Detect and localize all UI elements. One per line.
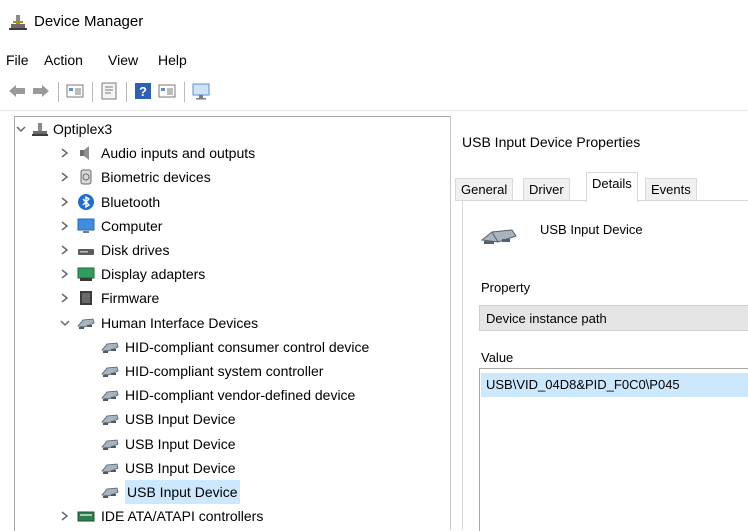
firmware-icon [77, 289, 95, 307]
menu-view[interactable]: View [108, 52, 138, 68]
tree-category[interactable]: Human Interface Devices [15, 311, 451, 335]
property-label: Property [481, 280, 531, 295]
chevron-down-icon[interactable] [59, 311, 71, 335]
tree-category[interactable]: Disk drives [15, 238, 451, 262]
tree-device[interactable]: USB Input Device [15, 432, 451, 456]
monitor-icon [77, 217, 95, 235]
hid-icon [101, 410, 119, 428]
value-label: Value [481, 350, 514, 365]
menu-bar: File Action View Help [0, 44, 748, 72]
value-text[interactable]: USB\VID_04D8&PID_F0C0\P045 [486, 377, 680, 392]
tree-item-label: HID-compliant vendor-defined device [125, 387, 356, 404]
speaker-icon [77, 144, 95, 162]
toolbar-separator [184, 82, 185, 102]
chevron-right-icon[interactable] [59, 190, 71, 214]
hid-icon [101, 483, 119, 501]
tree-item-label: USB Input Device [125, 459, 236, 476]
tree-item-label: USB Input Device [125, 435, 236, 452]
tree-category[interactable]: Computer [15, 214, 451, 238]
toolbar: ? [0, 76, 748, 111]
help-icon[interactable]: ? [132, 80, 154, 102]
tab-details[interactable]: Details [586, 172, 638, 202]
chevron-right-icon[interactable] [59, 286, 71, 310]
computer-icon [31, 120, 49, 138]
tree-item-label: Biometric devices [101, 169, 211, 186]
tree-item-label: USB Input Device [125, 480, 240, 504]
fingerprint-icon [77, 168, 95, 186]
tree-item-label: Computer [101, 217, 163, 234]
forward-icon[interactable] [30, 80, 52, 102]
tree-item-label: Firmware [101, 290, 160, 307]
tree-device[interactable]: USB Input Device [15, 480, 451, 504]
hid-icon [101, 386, 119, 404]
tab-events[interactable]: Events [645, 178, 697, 201]
hid-icon [101, 459, 119, 477]
tree-category[interactable]: Firmware [15, 286, 451, 310]
tree-root[interactable]: Optiplex3 [15, 117, 451, 141]
dialog-title: USB Input Device Properties [462, 134, 641, 150]
tree-item-label: USB Input Device [125, 411, 236, 428]
menu-file[interactable]: File [6, 52, 29, 68]
hid-icon [101, 435, 119, 453]
properties-icon[interactable] [98, 80, 120, 102]
display-adapter-icon [77, 265, 95, 283]
tree-item-label: Disk drives [101, 242, 170, 258]
update-driver-icon[interactable] [156, 80, 178, 102]
disk-drive-icon [77, 241, 95, 259]
title-bar: Device Manager [0, 0, 748, 44]
toolbar-separator [58, 82, 59, 102]
tree-category[interactable]: IDE ATA/ATAPI controllers [15, 504, 451, 528]
chevron-right-icon[interactable] [59, 165, 71, 189]
svg-text:?: ? [139, 84, 147, 99]
tree-device[interactable]: HID-compliant consumer control device [15, 335, 451, 359]
device-name: USB Input Device [540, 222, 643, 237]
tree-device[interactable]: HID-compliant vendor-defined device [15, 383, 451, 407]
menu-help[interactable]: Help [158, 52, 187, 68]
tree-item-label: Human Interface Devices [101, 314, 259, 331]
tree-device[interactable]: USB Input Device [15, 407, 451, 431]
tree-device[interactable]: HID-compliant system controller [15, 359, 451, 383]
chevron-right-icon[interactable] [59, 141, 71, 165]
hid-icon [101, 338, 119, 356]
tree-category[interactable]: Audio inputs and outputs [15, 141, 451, 165]
chevron-right-icon[interactable] [59, 238, 71, 262]
tab-general[interactable]: General [455, 178, 514, 201]
tree-item-label: HID-compliant system controller [125, 363, 324, 379]
device-manager-icon [9, 15, 27, 30]
window-title: Device Manager [34, 13, 144, 30]
back-icon[interactable] [6, 80, 28, 102]
tree-item-label: Bluetooth [101, 193, 161, 210]
tree-item-label: Optiplex3 [53, 121, 113, 137]
tab-driver[interactable]: Driver [523, 178, 570, 201]
hid-icon [77, 314, 95, 332]
chevron-right-icon[interactable] [59, 262, 71, 286]
device-tree[interactable]: Optiplex3 Audio inputs and outputs Biometr… [14, 116, 451, 531]
tree-category[interactable]: Biometric devices [15, 165, 451, 189]
tree-category[interactable]: Bluetooth [15, 190, 451, 214]
chevron-right-icon[interactable] [59, 504, 71, 528]
tree-item-label: IDE ATA/ATAPI controllers [101, 508, 264, 525]
scan-hardware-icon[interactable] [190, 80, 212, 102]
usb-device-icon [480, 229, 517, 244]
chevron-right-icon[interactable] [59, 214, 71, 238]
toolbar-separator [126, 82, 127, 102]
tree-item-label: HID-compliant consumer control device [125, 338, 370, 355]
tree-item-label: Display adapters [101, 266, 206, 283]
bluetooth-icon [77, 193, 95, 211]
menu-action[interactable]: Action [44, 52, 83, 68]
property-dropdown[interactable]: Device instance path [479, 305, 748, 331]
tree-device[interactable]: USB Input Device [15, 456, 451, 480]
toolbar-separator [92, 82, 93, 102]
show-hidden-icon[interactable] [64, 80, 86, 102]
chevron-down-icon[interactable] [15, 117, 27, 141]
ide-controller-icon [77, 507, 95, 525]
tree-category[interactable]: Display adapters [15, 262, 451, 286]
hid-icon [101, 362, 119, 380]
tree-item-label: Audio inputs and outputs [101, 145, 256, 162]
